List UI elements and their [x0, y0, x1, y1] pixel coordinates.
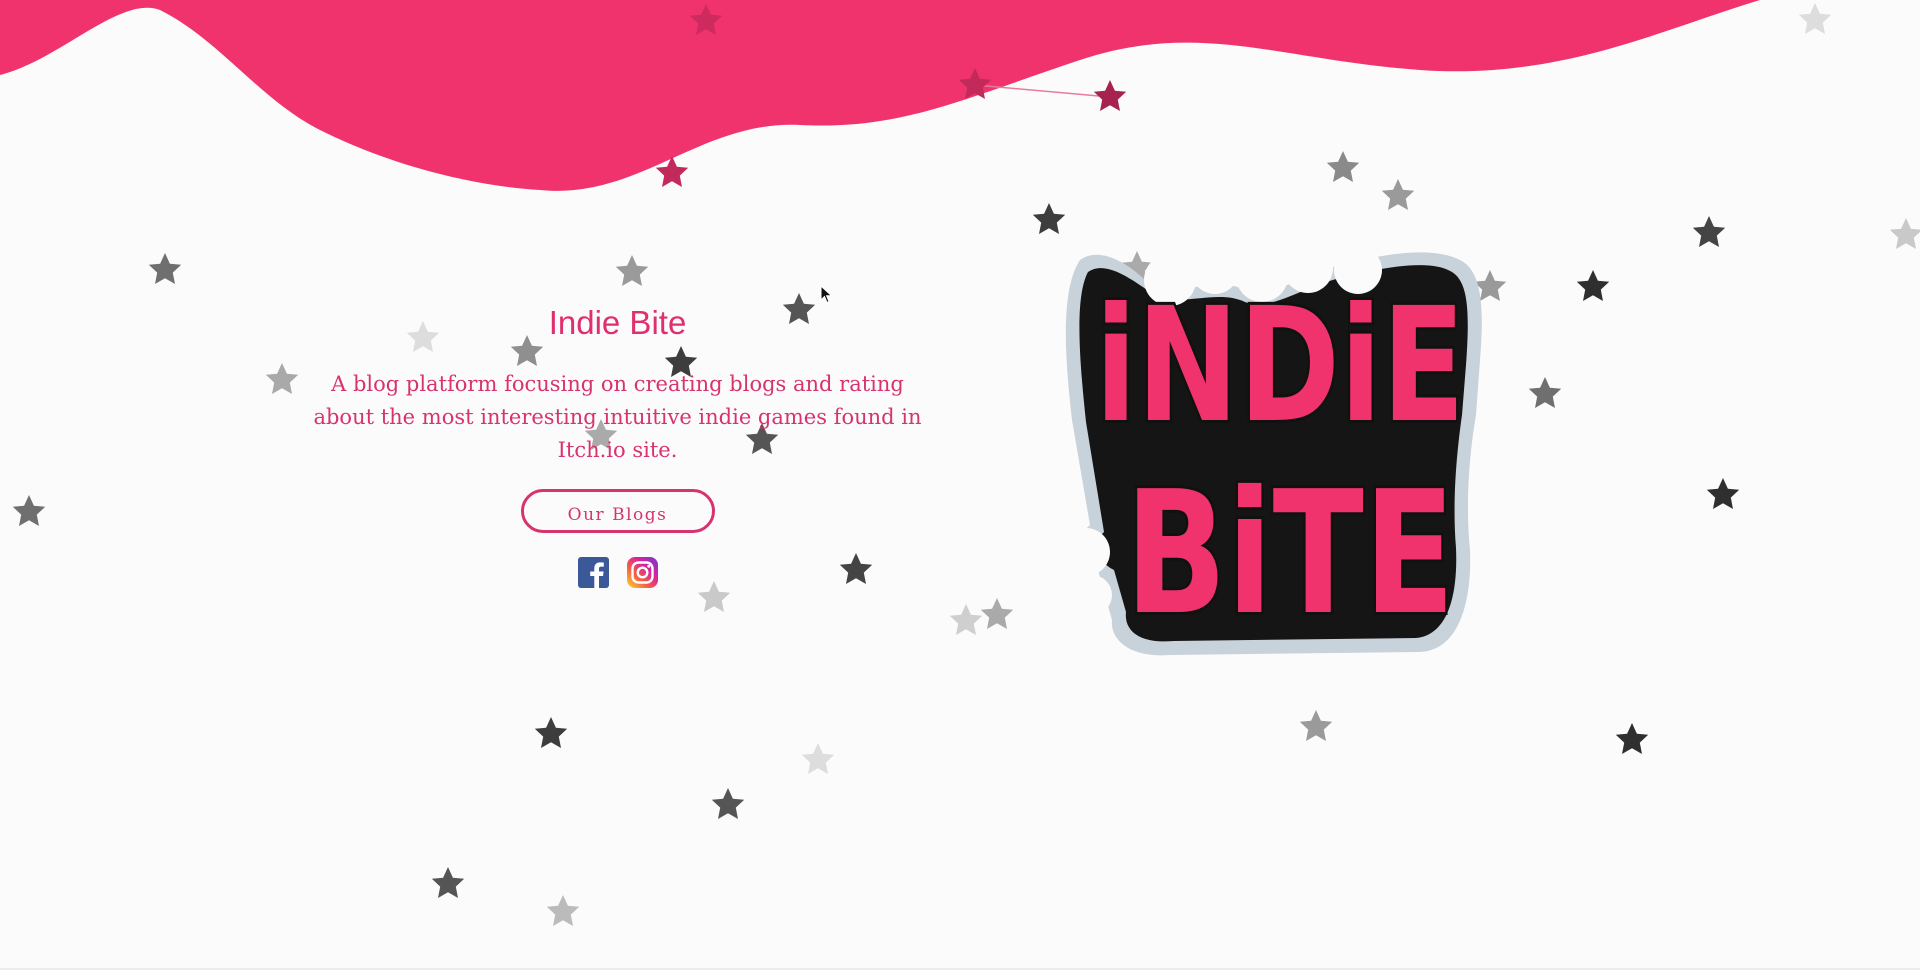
mouse-cursor-icon: [820, 285, 833, 304]
instagram-link[interactable]: [626, 557, 658, 588]
star-icon: [534, 717, 568, 748]
logo-text-line-2: BiTE: [1125, 455, 1455, 653]
facebook-icon: [577, 557, 609, 588]
hero-section: Indie Bite A blog platform focusing on c…: [300, 300, 935, 588]
star-icon: [980, 598, 1014, 629]
site-title: Indie Bite: [548, 304, 687, 341]
our-blogs-button[interactable]: Our Blogs: [520, 489, 715, 533]
star-icon: [1615, 723, 1649, 754]
star-icon: [1299, 710, 1333, 741]
star-icon: [1032, 203, 1066, 234]
header-wave: [0, 0, 1920, 191]
facebook-link[interactable]: [577, 557, 609, 588]
landing-page: Indie Bite A blog platform focusing on c…: [0, 0, 1920, 970]
star-icon: [1889, 218, 1920, 249]
star-icon: [949, 604, 983, 635]
star-icon: [12, 495, 46, 526]
star-icon: [1528, 377, 1562, 408]
site-description: A blog platform focusing on creating blo…: [313, 372, 922, 462]
star-icon: [431, 867, 465, 898]
star-icon: [801, 743, 835, 774]
star-icon: [546, 895, 580, 926]
star-icon: [148, 253, 182, 284]
star-icon: [711, 788, 745, 819]
social-links: [300, 557, 935, 588]
logo-text-line-1: iNDiE: [1095, 274, 1465, 458]
star-icon: [1706, 478, 1740, 509]
star-icon: [615, 255, 649, 286]
star-icon: [1692, 216, 1726, 247]
star-icon: [265, 363, 299, 394]
star-icon: [1576, 270, 1610, 301]
instagram-icon: [626, 557, 658, 588]
indie-bite-logo: iNDiE BiTE: [1062, 243, 1482, 656]
